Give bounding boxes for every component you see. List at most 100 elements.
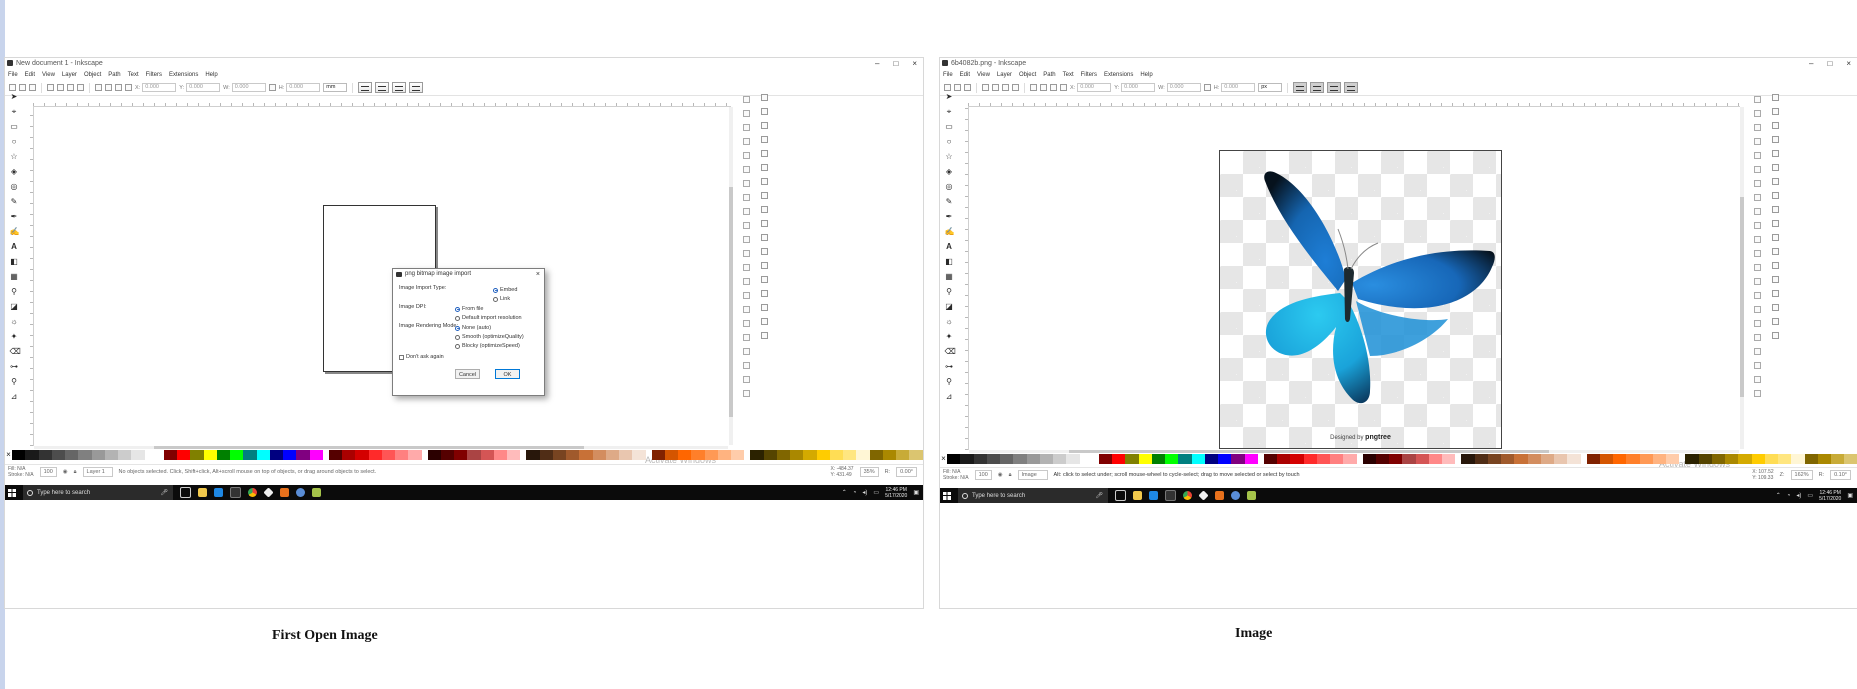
color-swatch[interactable] bbox=[1831, 454, 1845, 464]
color-swatch[interactable] bbox=[467, 450, 481, 460]
snap-cusp-icon[interactable] bbox=[1771, 220, 1779, 227]
dpi-default-option[interactable]: Default import resolution bbox=[455, 315, 522, 321]
deselect-icon[interactable] bbox=[964, 84, 971, 91]
snap-page-icon[interactable] bbox=[1771, 304, 1779, 311]
color-swatch[interactable] bbox=[216, 450, 230, 460]
star-tool-icon[interactable]: ☆ bbox=[945, 152, 954, 161]
snap-grid-icon[interactable] bbox=[760, 318, 768, 325]
copy-icon[interactable] bbox=[1753, 208, 1761, 215]
fill-stroke-icon[interactable] bbox=[1753, 348, 1761, 355]
tweak-tool-icon[interactable]: ☼ bbox=[10, 317, 19, 326]
snap-bbox-midpoint-icon[interactable] bbox=[760, 150, 768, 157]
save-icon[interactable] bbox=[742, 124, 750, 131]
import-icon[interactable] bbox=[1753, 152, 1761, 159]
new-document-icon[interactable] bbox=[742, 96, 750, 103]
scroll-thumb[interactable] bbox=[1069, 450, 1549, 453]
color-swatch[interactable] bbox=[750, 450, 764, 460]
color-swatch[interactable] bbox=[605, 450, 619, 460]
color-swatch[interactable] bbox=[65, 450, 79, 460]
color-swatch[interactable] bbox=[269, 450, 283, 460]
color-swatch[interactable] bbox=[1389, 454, 1403, 464]
rendering-smooth-option[interactable]: Smooth (optimizeQuality) bbox=[455, 334, 524, 340]
paint-bucket-tool-icon[interactable]: ◪ bbox=[10, 302, 19, 311]
ungroup-icon[interactable] bbox=[742, 334, 750, 341]
circle-tool-icon[interactable]: ○ bbox=[10, 137, 19, 146]
color-swatch[interactable] bbox=[1474, 454, 1488, 464]
color-swatch[interactable] bbox=[1415, 454, 1429, 464]
menu-filters[interactable]: Filters bbox=[146, 70, 162, 80]
notification-icon[interactable]: ▣ bbox=[1847, 492, 1853, 499]
color-swatch[interactable] bbox=[1778, 454, 1792, 464]
color-swatch[interactable] bbox=[632, 450, 646, 460]
color-swatch[interactable] bbox=[1685, 454, 1699, 464]
color-swatch[interactable] bbox=[51, 450, 65, 460]
color-swatch[interactable] bbox=[1125, 454, 1139, 464]
snap-bbox-edge-icon[interactable] bbox=[1771, 122, 1779, 129]
rotate-ccw-icon[interactable] bbox=[47, 84, 54, 91]
selector-tool-icon[interactable]: ➤ bbox=[945, 92, 954, 101]
taskbar-search[interactable]: Type here to search 🎤︎ bbox=[23, 485, 173, 500]
snap-grid-icon[interactable] bbox=[1771, 318, 1779, 325]
radio-smooth[interactable] bbox=[455, 334, 460, 340]
chevron-up-icon[interactable]: ⌃ bbox=[1776, 492, 1781, 499]
open-icon[interactable] bbox=[1753, 110, 1761, 117]
layer-select[interactable]: Layer 1 bbox=[82, 466, 113, 477]
color-swatch[interactable] bbox=[440, 450, 454, 460]
app-icon[interactable] bbox=[263, 487, 274, 498]
app-icon[interactable] bbox=[1198, 490, 1209, 501]
vertical-scrollbar[interactable] bbox=[1740, 107, 1744, 449]
menu-text[interactable]: Text bbox=[128, 70, 139, 80]
color-swatch[interactable] bbox=[552, 450, 566, 460]
menu-text[interactable]: Text bbox=[1063, 70, 1074, 80]
color-swatch[interactable] bbox=[619, 450, 633, 460]
color-swatch[interactable] bbox=[1639, 454, 1653, 464]
snap-paths-icon[interactable] bbox=[1771, 192, 1779, 199]
raise-icon[interactable] bbox=[105, 84, 112, 91]
xml-editor-icon[interactable] bbox=[1753, 376, 1761, 383]
color-swatch[interactable] bbox=[230, 450, 244, 460]
radio-none-auto[interactable] bbox=[455, 325, 460, 331]
dont-ask-checkbox[interactable] bbox=[399, 354, 404, 360]
color-swatch[interactable] bbox=[190, 450, 204, 460]
app-icon[interactable] bbox=[280, 488, 289, 497]
color-swatch[interactable] bbox=[1540, 454, 1554, 464]
node-tool-icon[interactable]: ⌖ bbox=[945, 107, 954, 116]
color-swatch[interactable] bbox=[1402, 454, 1416, 464]
pen-tool-icon[interactable]: ✒ bbox=[10, 212, 19, 221]
snap-centers-icon[interactable] bbox=[1771, 262, 1779, 269]
color-swatch[interactable] bbox=[1738, 454, 1752, 464]
tweak-tool-icon[interactable]: ☼ bbox=[945, 317, 954, 326]
chevron-up-icon[interactable]: ⌃ bbox=[842, 489, 847, 496]
raise-icon[interactable] bbox=[1040, 84, 1047, 91]
color-swatch[interactable] bbox=[78, 450, 92, 460]
scroll-thumb[interactable] bbox=[729, 187, 733, 417]
undo-icon[interactable] bbox=[1753, 180, 1761, 187]
color-swatch[interactable] bbox=[704, 450, 718, 460]
minimize-button[interactable]: – bbox=[1809, 58, 1813, 70]
y-input[interactable]: 0.000 bbox=[1121, 83, 1156, 92]
fill-stroke-icon[interactable] bbox=[742, 348, 750, 355]
paint-bucket-tool-icon[interactable]: ◪ bbox=[945, 302, 954, 311]
zoom-drawing-icon[interactable] bbox=[742, 264, 750, 271]
color-swatch[interactable] bbox=[1303, 454, 1317, 464]
flip-vertical-icon[interactable] bbox=[1012, 84, 1019, 91]
scroll-thumb[interactable] bbox=[154, 446, 584, 449]
lower-to-bottom-icon[interactable] bbox=[125, 84, 132, 91]
color-swatch[interactable] bbox=[1263, 454, 1277, 464]
color-swatch[interactable] bbox=[256, 450, 270, 460]
group-icon[interactable] bbox=[1753, 320, 1761, 327]
color-swatch[interactable] bbox=[1039, 454, 1053, 464]
radio-blocky[interactable] bbox=[455, 343, 460, 349]
color-swatch[interactable] bbox=[1375, 454, 1389, 464]
color-swatch[interactable] bbox=[691, 450, 705, 460]
duplicate-icon[interactable] bbox=[1753, 292, 1761, 299]
raise-to-top-icon[interactable] bbox=[95, 84, 102, 91]
color-swatch[interactable] bbox=[592, 450, 606, 460]
text-font-icon[interactable] bbox=[742, 362, 750, 369]
color-swatch[interactable] bbox=[309, 450, 323, 460]
menu-help[interactable]: Help bbox=[205, 70, 217, 80]
color-swatch[interactable] bbox=[368, 450, 382, 460]
color-swatch[interactable] bbox=[566, 450, 580, 460]
gradient-tool-icon[interactable]: ◧ bbox=[10, 257, 19, 266]
spiral-tool-icon[interactable]: ◎ bbox=[945, 182, 954, 191]
